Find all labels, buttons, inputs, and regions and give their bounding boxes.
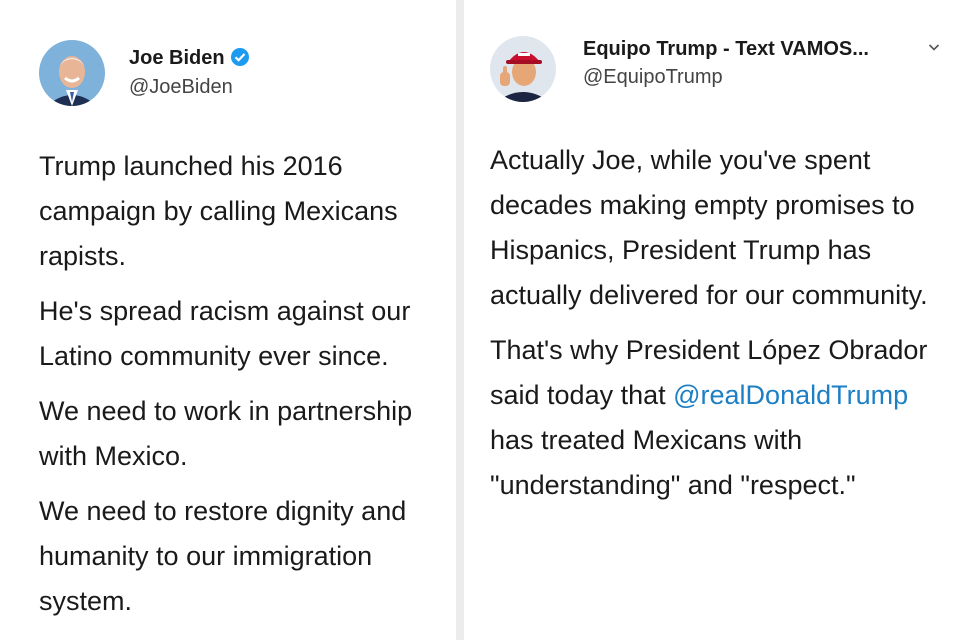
equipotrump-tweet-body: Actually Joe, while you've spent decades… <box>490 138 950 518</box>
biden-handle[interactable]: @JoeBiden <box>129 76 233 99</box>
equipotrump-handle[interactable]: @EquipoTrump <box>583 66 723 89</box>
verified-badge-icon <box>230 47 250 73</box>
equipotrump-display-name[interactable]: Equipo Trump - Text VAMOS... <box>583 38 869 61</box>
biden-tweet-body: Trump launched his 2016 campaign by call… <box>39 144 459 634</box>
paragraph-2-end: has treated Mexicans with "understanding… <box>490 425 856 500</box>
equipotrump-tweet-panel: Equipo Trump - Text VAMOS... @EquipoTrum… <box>464 0 960 640</box>
equipotrump-paragraph-2: That's why President López Obrador said … <box>490 328 950 508</box>
biden-avatar[interactable] <box>39 40 105 106</box>
biden-name-text[interactable]: Joe Biden <box>129 47 225 69</box>
biden-paragraph-3: We need to work in partnership with Mexi… <box>39 396 413 471</box>
biden-paragraph-1: Trump launched his 2016 campaign by call… <box>39 151 398 271</box>
biden-paragraph-4: We need to restore dignity and humanity … <box>39 496 407 616</box>
biden-display-name[interactable]: Joe Biden <box>129 47 250 73</box>
panel-divider <box>456 0 464 640</box>
biden-paragraph-2: He's spread racism against our Latino co… <box>39 296 411 371</box>
chevron-down-icon[interactable] <box>927 40 941 59</box>
biden-tweet-panel: Joe Biden @JoeBiden Trump launched his 2… <box>0 0 456 640</box>
mention-link-realdonaldtrump[interactable]: @realDonaldTrump <box>673 380 908 410</box>
equipotrump-paragraph-1: Actually Joe, while you've spent decades… <box>490 145 928 310</box>
equipotrump-avatar[interactable] <box>490 36 556 102</box>
